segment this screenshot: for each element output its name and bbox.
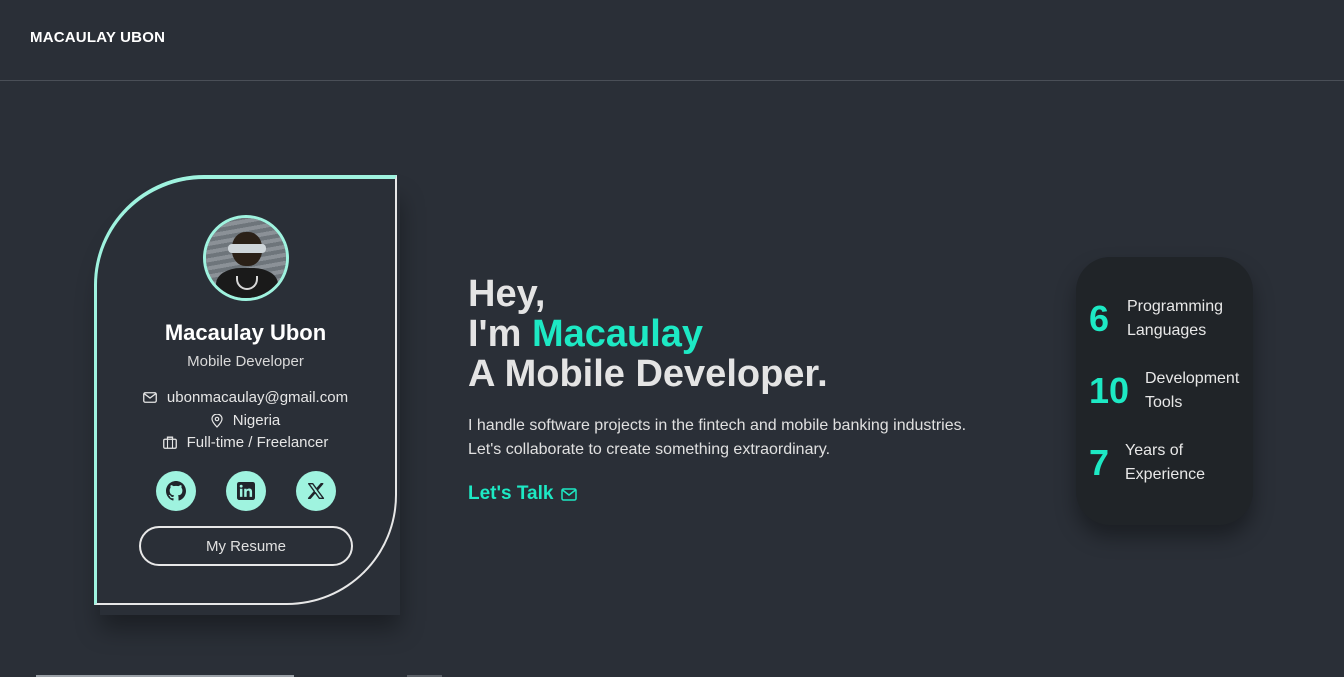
x-twitter-link[interactable] — [296, 471, 336, 511]
stat-label-line: Programming — [1127, 298, 1224, 315]
resume-button[interactable]: My Resume — [139, 526, 353, 566]
briefcase-icon — [162, 436, 177, 449]
profile-name: Macaulay Ubon — [164, 320, 327, 345]
profile-role: Mobile Developer — [187, 353, 304, 370]
stat-label: Development Tools — [1145, 367, 1239, 415]
mail-icon — [561, 487, 578, 501]
linkedin-icon — [237, 482, 255, 500]
stat-label-line: Years of — [1125, 442, 1184, 459]
stat-item: 10 Development Tools — [1089, 367, 1239, 415]
hero-heading: Hey, I'm Macaulay A Mobile Developer. — [468, 274, 828, 394]
profile-email-line: ubonmacaulay@gmail.com — [94, 389, 397, 406]
social-links — [156, 471, 336, 511]
mail-icon — [143, 392, 157, 403]
stat-label-line: Development — [1145, 370, 1240, 387]
hero-desc-line-2: Let's collaborate to create something ex… — [468, 441, 831, 458]
stat-number: 6 — [1089, 298, 1110, 339]
stat-label-line: Experience — [1125, 466, 1206, 483]
hero-line-2-prefix: I'm — [468, 313, 532, 355]
profile-location-line: Nigeria — [94, 412, 397, 429]
lets-talk-label: Let's Talk — [468, 483, 554, 504]
profile-availability-line: Full-time / Freelancer — [94, 434, 397, 451]
hero-line-1: Hey, — [468, 273, 546, 315]
stat-label: Years of Experience — [1125, 439, 1205, 487]
linkedin-link[interactable] — [226, 471, 266, 511]
hero-line-3: A Mobile Developer. — [468, 353, 828, 395]
top-navbar: MACAULAY UBON — [0, 0, 1344, 81]
lets-talk-link[interactable]: Let's Talk — [468, 483, 578, 505]
stats-card: 6 Programming Languages 10 Development T… — [1076, 257, 1253, 525]
hero-desc-line-1: I handle software projects in the fintec… — [468, 417, 967, 434]
profile-email[interactable]: ubonmacaulay@gmail.com — [167, 389, 348, 406]
stat-label-line: Tools — [1145, 394, 1183, 411]
github-icon — [166, 481, 186, 501]
stat-item: 7 Years of Experience — [1089, 439, 1205, 487]
stat-number: 7 — [1089, 442, 1110, 483]
avatar — [203, 215, 289, 301]
stat-number: 10 — [1089, 370, 1130, 411]
stat-label: Programming Languages — [1127, 295, 1223, 343]
stat-label-line: Languages — [1127, 322, 1207, 339]
stat-item: 6 Programming Languages — [1089, 295, 1223, 343]
x-twitter-icon — [307, 483, 325, 499]
brand-logo-text[interactable]: MACAULAY UBON — [30, 29, 165, 46]
location-pin-icon — [211, 413, 223, 428]
profile-location: Nigeria — [232, 412, 281, 429]
hero-description: I handle software projects in the fintec… — [468, 414, 1028, 462]
profile-availability: Full-time / Freelancer — [186, 434, 329, 451]
hero-name-highlight: Macaulay — [531, 313, 704, 355]
github-link[interactable] — [156, 471, 196, 511]
hero-line-2: I'm Macaulay — [468, 314, 828, 354]
